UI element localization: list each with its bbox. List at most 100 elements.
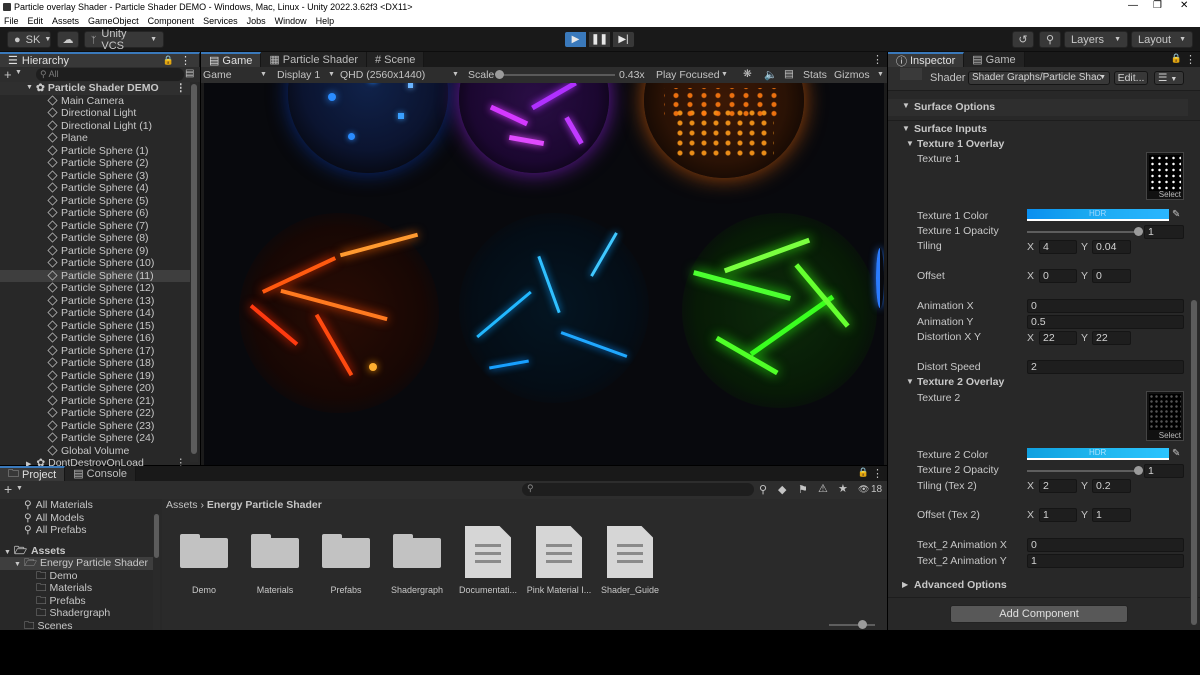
chevron-down-icon[interactable]: ▼: [328, 71, 335, 78]
favorite-all-prefabs[interactable]: ⚲ All Prefabs: [0, 524, 160, 537]
favorite-icon[interactable]: ★: [838, 482, 848, 495]
search-scope-icon[interactable]: ⚲: [759, 483, 767, 496]
hierarchy-item[interactable]: Particle Sphere (19): [0, 370, 190, 383]
favorite-all-materials[interactable]: ⚲ All Materials: [0, 499, 160, 512]
hierarchy-item[interactable]: Directional Light: [0, 107, 190, 120]
tex1-opacity-handle[interactable]: [1134, 227, 1143, 236]
tex1-color-swatch[interactable]: HDR: [1027, 209, 1169, 221]
hierarchy-item[interactable]: Particle Sphere (12): [0, 282, 190, 295]
icon-size-slider[interactable]: [829, 624, 875, 626]
breadcrumb-assets[interactable]: Assets: [166, 499, 198, 511]
tab-console[interactable]: ▤ Console: [65, 466, 137, 481]
hierarchy-item[interactable]: Particle Sphere (16): [0, 332, 190, 345]
tab-inspector[interactable]: ⓘ Inspector: [888, 52, 965, 68]
menu-file[interactable]: File: [4, 16, 19, 26]
asset-label[interactable]: Demo: [166, 585, 242, 595]
distort-speed-field[interactable]: 2: [1027, 360, 1184, 374]
hierarchy-item[interactable]: Global Volume: [0, 445, 190, 458]
folder-icon[interactable]: [393, 532, 441, 568]
minimize-icon[interactable]: —: [1128, 0, 1138, 11]
tab-scene[interactable]: # Scene: [367, 52, 425, 67]
hierarchy-item[interactable]: Particle Sphere (23): [0, 420, 190, 433]
tree-shadergraph[interactable]: 🗀 Shadergraph: [0, 607, 160, 620]
type-filter-icon[interactable]: ◆: [778, 483, 786, 496]
pause-button[interactable]: ❚❚: [588, 31, 611, 48]
tex2-overlay-foldout[interactable]: ▼ Texture 2 Overlay: [888, 376, 1188, 391]
tree-materials[interactable]: 🗀 Materials: [0, 582, 160, 595]
search-button[interactable]: ⚲: [1039, 31, 1061, 48]
asset-label[interactable]: Pink Material I...: [521, 585, 597, 595]
tab-particle-shader[interactable]: ▦ Particle Shader: [261, 52, 367, 67]
asset-label[interactable]: Shader_Guide: [592, 585, 668, 595]
tree-energy-particle-shader[interactable]: ▼ 🗁 Energy Particle Shader: [0, 557, 160, 570]
favorite-all-models[interactable]: ⚲ All Models: [0, 512, 160, 525]
gizmos-toggle[interactable]: Gizmos: [834, 69, 870, 81]
tex2-opacity-field[interactable]: 1: [1144, 464, 1184, 478]
warning-filter-icon[interactable]: ⚠: [818, 482, 828, 495]
chevron-down-icon[interactable]: ▼: [15, 69, 22, 76]
account-button[interactable]: ● SK ▼: [7, 31, 51, 48]
tab-game-2[interactable]: ▤ Game: [964, 52, 1025, 67]
display-dropdown[interactable]: Display 1: [277, 69, 320, 81]
surface-options-foldout[interactable]: ▼ Surface Options: [888, 99, 1188, 116]
menu-jobs[interactable]: Jobs: [247, 16, 266, 26]
hierarchy-item[interactable]: Particle Sphere (24): [0, 432, 190, 445]
shader-options-dropdown[interactable]: ☰ ▼: [1154, 71, 1184, 85]
edit-shader-button[interactable]: Edit...: [1114, 71, 1148, 85]
hierarchy-item[interactable]: Particle Sphere (18): [0, 357, 190, 370]
menu-help[interactable]: Help: [316, 16, 335, 26]
close-icon[interactable]: ✕: [1180, 0, 1188, 11]
history-button[interactable]: ↺: [1012, 31, 1034, 48]
filter-icon[interactable]: ▤: [185, 68, 194, 79]
offset2-x-field[interactable]: 1: [1039, 508, 1077, 522]
hidden-packages-icon[interactable]: 👁: [858, 484, 869, 495]
asset-label[interactable]: Shadergraph: [379, 585, 455, 595]
lock-icon[interactable]: 🔒: [858, 467, 869, 478]
hierarchy-item[interactable]: Particle Sphere (22): [0, 407, 190, 420]
play-focused-dropdown[interactable]: Play Focused: [656, 69, 720, 81]
chevron-down-icon[interactable]: ▼: [877, 71, 884, 78]
texture1-slot[interactable]: Select: [1146, 152, 1184, 200]
scale-slider-handle[interactable]: [495, 70, 504, 79]
tiling2-y-field[interactable]: 0.2: [1092, 479, 1131, 493]
anim-x-field[interactable]: 0: [1027, 299, 1184, 313]
tex1-overlay-foldout[interactable]: ▼ Texture 1 Overlay: [888, 138, 1188, 153]
menu-services[interactable]: Services: [203, 16, 238, 26]
menu-assets[interactable]: Assets: [52, 16, 79, 26]
texture2-slot[interactable]: Select: [1146, 391, 1184, 441]
offset2-y-field[interactable]: 1: [1092, 508, 1131, 522]
maximize-icon[interactable]: ❐: [1153, 0, 1162, 11]
asset-label[interactable]: Prefabs: [308, 585, 384, 595]
asset-label[interactable]: Materials: [237, 585, 313, 595]
document-icon[interactable]: [607, 526, 653, 578]
chevron-down-icon[interactable]: ▼: [721, 71, 728, 78]
hierarchy-item[interactable]: Particle Sphere (2): [0, 157, 190, 170]
tiling-y-field[interactable]: 0.04: [1092, 240, 1131, 254]
chevron-down-icon[interactable]: ▼: [452, 71, 459, 78]
keyboard-icon[interactable]: ▤: [784, 68, 794, 80]
game-mode-dropdown[interactable]: Game: [203, 69, 232, 81]
layout-dropdown[interactable]: Layout ▼: [1131, 31, 1193, 48]
folder-icon[interactable]: [180, 532, 228, 568]
tab-game[interactable]: ▤ Game: [201, 52, 262, 67]
hierarchy-item[interactable]: Particle Sphere (15): [0, 320, 190, 333]
hierarchy-item[interactable]: Particle Sphere (11): [0, 269, 190, 282]
add-component-button[interactable]: Add Component: [950, 605, 1128, 623]
hierarchy-scrollbar[interactable]: [190, 82, 198, 462]
add-icon[interactable]: +: [4, 481, 12, 497]
hierarchy-item[interactable]: Particle Sphere (3): [0, 170, 190, 183]
eyedropper-icon[interactable]: ✎: [1172, 448, 1180, 459]
offset-x-field[interactable]: 0: [1039, 269, 1077, 283]
more-icon[interactable]: ⋮: [872, 53, 883, 66]
distortion-x-field[interactable]: 22: [1039, 331, 1077, 345]
more-icon[interactable]: ⋮: [180, 54, 191, 67]
hierarchy-item[interactable]: Particle Sphere (13): [0, 295, 190, 308]
hierarchy-item[interactable]: Particle Sphere (17): [0, 345, 190, 358]
eyedropper-icon[interactable]: ✎: [1172, 209, 1180, 220]
tex2-opacity-slider[interactable]: [1027, 470, 1139, 472]
project-tree-scrollbar[interactable]: [153, 514, 160, 630]
surface-inputs-foldout[interactable]: ▼ Surface Inputs: [888, 123, 1188, 138]
assets-root-row[interactable]: ▼ 🗁 Assets: [0, 545, 160, 558]
tree-demo[interactable]: 🗀 Demo: [0, 570, 160, 583]
menu-edit[interactable]: Edit: [28, 16, 44, 26]
